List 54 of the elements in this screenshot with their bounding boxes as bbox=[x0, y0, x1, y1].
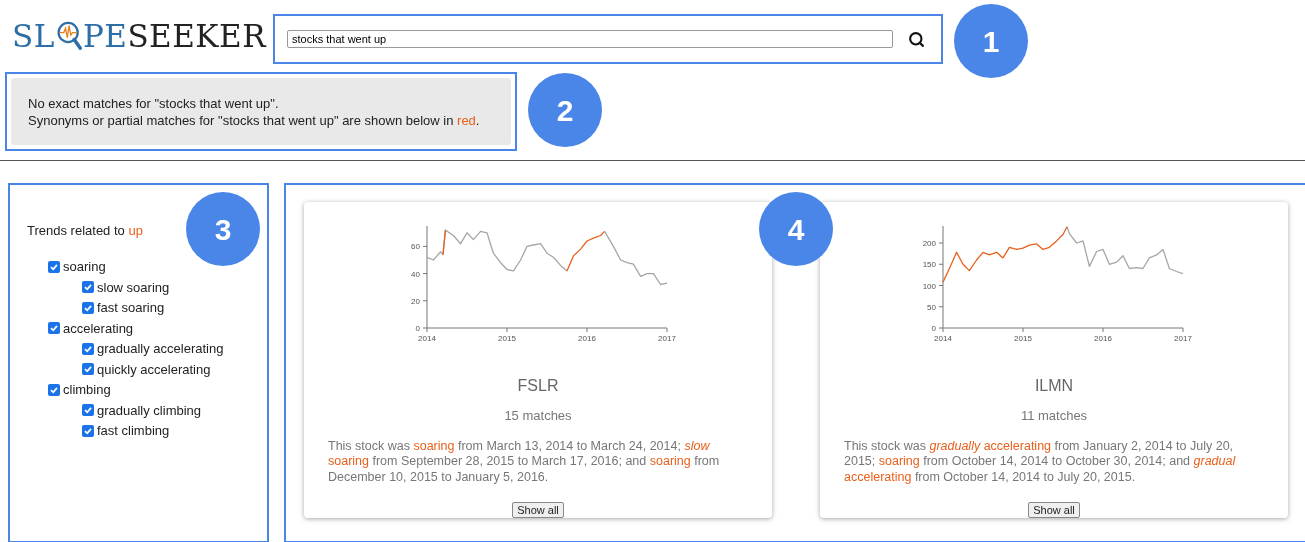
ticker-title: FSLR bbox=[517, 376, 559, 396]
trend-label: slow soaring bbox=[97, 278, 170, 297]
show-all-button[interactable]: Show all bbox=[512, 502, 564, 518]
message-text: Synonyms or partial matches for "stocks that went up" are shown below in red. bbox=[28, 111, 481, 129]
checkbox[interactable] bbox=[82, 424, 94, 437]
tick-label: 150 bbox=[922, 260, 936, 270]
tick-label: 2014 bbox=[418, 334, 436, 343]
result-description: This stock was soaring from March 13, 2014 to March 24, 2014; slow soaring from September 28, 2015 to March 17, 2016; and soaring from December 10, 2015 to January 5, 2016. bbox=[328, 438, 721, 485]
trend-label: accelerating bbox=[63, 319, 134, 338]
trends-heading: Trends related to up bbox=[27, 222, 143, 240]
tick-label: 20 bbox=[411, 296, 420, 306]
message-text: No exact matches for "stocks that went up". bbox=[28, 94, 280, 112]
search-icon bbox=[908, 30, 925, 48]
trend-label: quickly accelerating bbox=[97, 360, 211, 379]
callout-badge: 3 bbox=[186, 192, 260, 266]
result-description: This stock was gradually accelerating from January 2, 2014 to July 20, 2015; soaring from October 14, 2014 to October 30, 2014; and gradual accelerating from October 14, 2014 to July 20, 2015. bbox=[844, 438, 1237, 485]
tick-label: 0 bbox=[931, 324, 936, 333]
checkbox[interactable] bbox=[82, 342, 94, 355]
trend-label: soaring bbox=[63, 258, 106, 276]
trend-label: gradually accelerating bbox=[97, 340, 224, 358]
checkbox[interactable] bbox=[48, 383, 60, 396]
checkbox[interactable] bbox=[82, 363, 94, 376]
tick-label: 2015 bbox=[498, 334, 516, 343]
ticker-title: ILMN bbox=[1034, 376, 1074, 396]
logo-text: SL bbox=[12, 20, 55, 52]
checkbox[interactable] bbox=[82, 404, 94, 417]
checkbox[interactable] bbox=[82, 301, 94, 314]
tick-label: 2017 bbox=[658, 334, 676, 343]
callout-badge: 1 bbox=[954, 4, 1028, 78]
tick-label: 2017 bbox=[1174, 334, 1192, 343]
tick-label: 2016 bbox=[1094, 334, 1112, 343]
tick-label: 2014 bbox=[934, 334, 952, 343]
tick-label: 2016 bbox=[578, 334, 596, 343]
tick-label: 0 bbox=[415, 324, 420, 333]
trend-label: climbing bbox=[63, 381, 111, 399]
checkbox[interactable] bbox=[82, 281, 94, 294]
tick-label: 60 bbox=[411, 242, 420, 252]
logo-text: SEEKER bbox=[127, 20, 266, 52]
match-count: 11 matches bbox=[1020, 407, 1088, 425]
trend-label: fast soaring bbox=[97, 299, 165, 317]
logo-text: PE bbox=[82, 20, 128, 52]
match-count: 15 matches bbox=[504, 407, 572, 425]
tick-label: 2015 bbox=[1014, 334, 1032, 343]
checkbox[interactable] bbox=[48, 260, 60, 273]
tick-label: 40 bbox=[411, 269, 420, 279]
tick-label: 50 bbox=[927, 302, 936, 312]
callout-badge: 2 bbox=[528, 73, 602, 147]
tick-label: 100 bbox=[922, 281, 936, 291]
checkbox[interactable] bbox=[48, 322, 60, 335]
trend-label: gradually climbing bbox=[97, 401, 202, 420]
trend-label: fast climbing bbox=[97, 422, 170, 440]
search-field[interactable]: stocks that went up bbox=[287, 30, 893, 48]
tick-label: 200 bbox=[922, 239, 936, 248]
show-all-button[interactable]: Show all bbox=[1028, 502, 1080, 518]
